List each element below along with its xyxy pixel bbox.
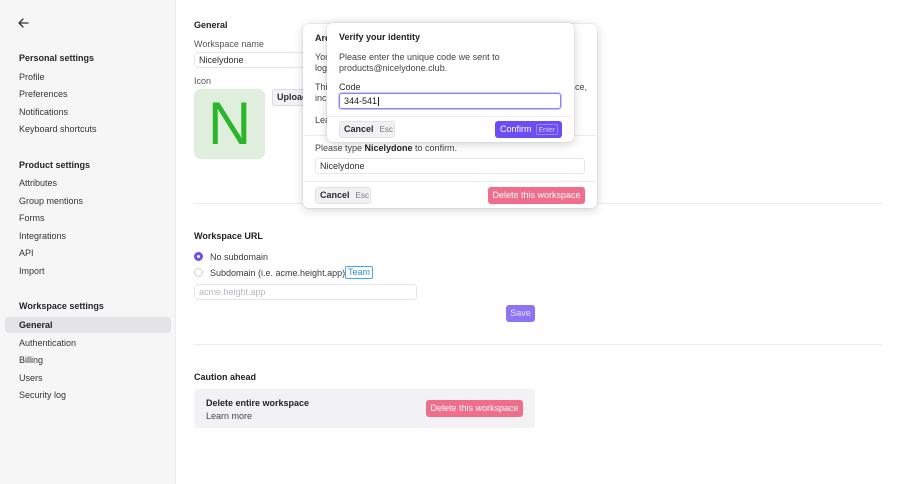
section-title-personal: Personal settings bbox=[19, 53, 95, 63]
arrow-left-icon[interactable] bbox=[16, 17, 30, 29]
sidebar-item-security-log[interactable]: Security log bbox=[5, 387, 171, 403]
radio-no-subdomain[interactable] bbox=[194, 252, 203, 261]
delete-modal-text-4: inc bbox=[315, 93, 327, 103]
general-heading: General bbox=[194, 20, 228, 30]
workspace-name-label: Workspace name bbox=[194, 39, 264, 49]
learn-more-link[interactable]: Learn more bbox=[206, 411, 252, 421]
sidebar: Personal settings Profile Preferences No… bbox=[0, 0, 176, 484]
confirm-word: Nicelydone bbox=[364, 143, 413, 153]
sidebar-item-general[interactable]: General bbox=[5, 317, 171, 333]
workspace-icon: N bbox=[194, 89, 265, 159]
sidebar-item-billing[interactable]: Billing bbox=[5, 352, 171, 368]
icon-label: Icon bbox=[194, 76, 212, 86]
radio-subdomain[interactable] bbox=[194, 268, 203, 277]
radio-label-no-subdomain: No subdomain bbox=[210, 252, 269, 262]
delete-modal-delete-button[interactable]: Delete this workspace bbox=[488, 187, 585, 204]
sidebar-item-import[interactable]: Import bbox=[5, 263, 171, 279]
delete-workspace-title: Delete entire workspace bbox=[206, 398, 310, 408]
caution-heading: Caution ahead bbox=[194, 372, 257, 382]
section-title-product: Product settings bbox=[19, 160, 91, 170]
sidebar-item-authentication[interactable]: Authentication bbox=[5, 335, 171, 351]
radio-label-subdomain: Subdomain (i.e. acme.height.app) bbox=[210, 268, 346, 278]
section-title-workspace: Workspace settings bbox=[19, 301, 104, 311]
delete-workspace-button[interactable]: Delete this workspace bbox=[426, 400, 523, 417]
sidebar-item-profile[interactable]: Profile bbox=[5, 69, 171, 85]
verify-modal-title: Verify your identity bbox=[339, 32, 421, 42]
divider bbox=[194, 344, 882, 345]
confirm-instruction: Please type Nicelydone to confirm. bbox=[315, 143, 458, 153]
sidebar-item-users[interactable]: Users bbox=[5, 370, 171, 386]
subdomain-input[interactable]: acme.height.app bbox=[194, 284, 417, 300]
delete-modal-cancel-button[interactable]: Cancel Esc bbox=[315, 187, 371, 204]
delete-modal-text-3-tail: ce, bbox=[575, 82, 588, 92]
workspace-url-heading: Workspace URL bbox=[194, 231, 263, 241]
text-caret bbox=[378, 97, 380, 107]
code-input[interactable]: 344-541 bbox=[339, 93, 561, 109]
modal-divider bbox=[304, 181, 596, 182]
sidebar-item-preferences[interactable]: Preferences bbox=[5, 86, 171, 102]
sidebar-item-forms[interactable]: Forms bbox=[5, 210, 171, 226]
sidebar-item-keyboard-shortcuts[interactable]: Keyboard shortcuts bbox=[5, 121, 171, 137]
sidebar-item-group-mentions[interactable]: Group mentions bbox=[5, 193, 171, 209]
delete-modal-text-2: log bbox=[315, 63, 328, 73]
confirm-name-input[interactable]: Nicelydone bbox=[315, 158, 585, 174]
sidebar-item-notifications[interactable]: Notifications bbox=[5, 104, 171, 120]
code-label: Code bbox=[339, 82, 361, 92]
sidebar-item-integrations[interactable]: Integrations bbox=[5, 228, 171, 244]
verify-modal-text-2: products@nicelydone.club. bbox=[339, 63, 448, 73]
sidebar-item-api[interactable]: API bbox=[5, 245, 171, 261]
modal-divider bbox=[328, 116, 573, 117]
workspace-name-input[interactable]: Nicelydone bbox=[194, 52, 314, 68]
verify-confirm-button[interactable]: Confirm Enter bbox=[495, 121, 562, 138]
verify-cancel-button[interactable]: Cancel Esc bbox=[339, 121, 395, 138]
sidebar-item-attributes[interactable]: Attributes bbox=[5, 175, 171, 191]
team-badge: Team bbox=[345, 266, 373, 279]
save-button[interactable]: Save bbox=[506, 305, 535, 322]
